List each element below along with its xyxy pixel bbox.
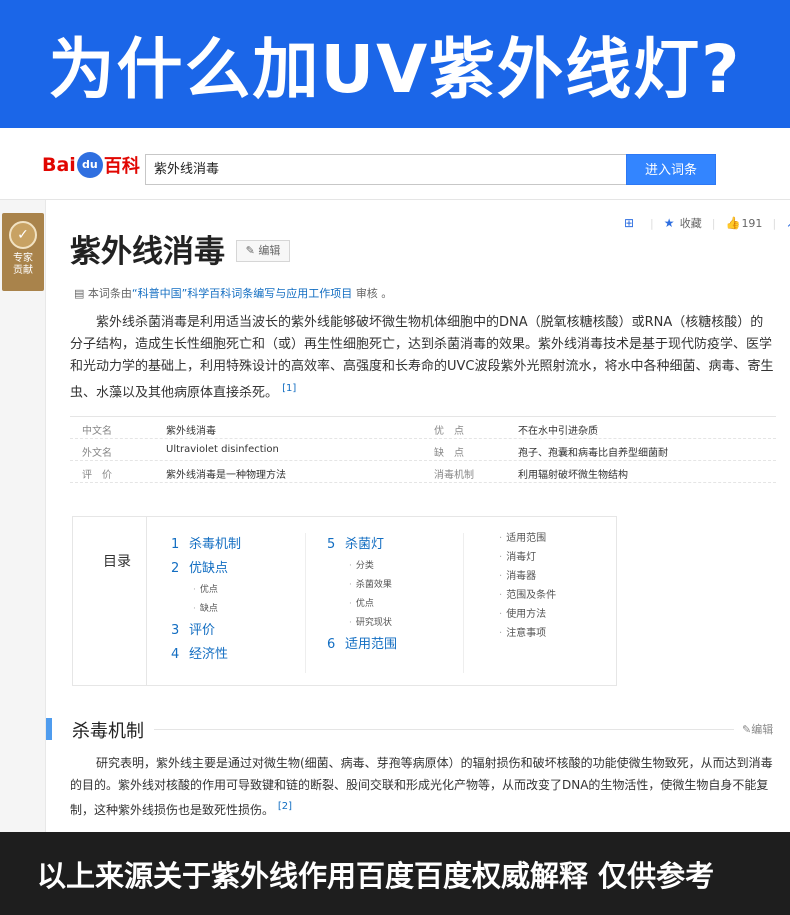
toc-subitem[interactable]: 缺点: [171, 600, 241, 619]
plus-square-icon: ⊞: [624, 216, 635, 230]
toc-item[interactable]: 5 杀菌灯: [327, 533, 397, 557]
toc-item[interactable]: 2 优缺点: [171, 557, 241, 581]
info-key: 消毒机制: [434, 470, 474, 481]
logo-baike: 百科: [103, 156, 140, 177]
toc-item[interactable]: 6 适用范围: [327, 633, 397, 657]
share-button[interactable]: ↗ 10: [786, 217, 790, 230]
toc-subitem[interactable]: 范围及条件: [499, 586, 556, 605]
paw-icon: du: [76, 152, 103, 178]
toc-subitem[interactable]: 适用范围: [499, 529, 556, 548]
section-divider: [154, 729, 734, 730]
review-prefix: 本词条由: [87, 287, 132, 300]
reference-1[interactable]: [1]: [282, 383, 296, 394]
info-key: 评 价: [82, 470, 112, 481]
review-link[interactable]: “科普中国”科学百科词条编写与应用工作项目: [132, 287, 352, 300]
doc-icon: ▤: [74, 287, 85, 300]
toc-column-1: 1杀毒机制 2优缺点 优点 缺点 3评价 4经济性: [171, 533, 241, 667]
page-title: 紫外线消毒: [70, 234, 225, 270]
expert-label-2: 贡献: [13, 265, 33, 276]
info-value: Ultraviolet disinfection: [166, 444, 279, 455]
info-row: 评 价 紫外线消毒是一种物理方法 消毒机制 利用辐射破坏微生物结构: [70, 461, 776, 483]
info-key: 缺 点: [434, 448, 464, 459]
info-value: 利用辐射破坏微生物结构: [518, 470, 628, 481]
star-icon: ★: [663, 216, 675, 230]
search-input[interactable]: 紫外线消毒: [145, 154, 627, 185]
reference-2[interactable]: [2]: [278, 801, 292, 812]
toc-item[interactable]: 4 经济性: [171, 643, 241, 667]
section-paragraph: 研究表明，紫外线主要是通过对微生物(细菌、病毒、芽孢等病原体）的辐射损伤和破坏核…: [70, 752, 776, 821]
info-row: 中文名 紫外线消毒 优 点 不在水中引进杂质: [70, 417, 776, 439]
table-of-contents: 目录 1杀毒机制 2优缺点 优点 缺点 3评价 4经济性 5杀菌灯 分类 杀菌效…: [72, 516, 617, 686]
toc-subitem[interactable]: 优点: [327, 595, 397, 614]
basic-info-table: 中文名 紫外线消毒 优 点 不在水中引进杂质 外文名 Ultraviolet d…: [70, 416, 776, 483]
toc-subitem[interactable]: 分类: [327, 557, 397, 576]
toc-subitem[interactable]: 研究现状: [327, 614, 397, 633]
info-value: 紫外线消毒: [166, 426, 216, 437]
toc-item[interactable]: 3 评价: [171, 619, 241, 643]
section-marker: [46, 718, 52, 740]
like-button[interactable]: 👍 191: [725, 217, 762, 230]
pencil-icon: ✎: [742, 723, 752, 736]
info-key: 外文名: [82, 448, 112, 459]
expert-contribution-badge[interactable]: ✓ 专家 贡献: [2, 213, 44, 291]
toc-subitem[interactable]: 杀菌效果: [327, 576, 397, 595]
section-edit-button[interactable]: ✎编辑: [742, 721, 773, 737]
section-title: 杀毒机制: [72, 721, 144, 742]
toc-subitem[interactable]: 消毒器: [499, 567, 556, 586]
section-heading: 杀毒机制 ✎编辑: [46, 715, 776, 743]
like-count: 191: [741, 216, 763, 230]
review-suffix: 审核 。: [355, 287, 393, 300]
promo-title: 为什么加UV紫外线灯?: [48, 31, 742, 108]
toc-label: 目录: [103, 554, 131, 570]
promo-banner: 为什么加UV紫外线灯?: [0, 0, 790, 128]
baidu-baike-logo[interactable]: Bai du 百科: [42, 150, 140, 180]
favorite-button[interactable]: ★ 收藏: [664, 215, 702, 231]
edit-label: 编辑: [258, 244, 281, 257]
toc-column-2: 5杀菌灯 分类 杀菌效果 优点 研究现状 6适用范围: [327, 533, 397, 657]
review-note: ▤ 本词条由“科普中国”科学百科词条编写与应用工作项目 审核 。: [74, 285, 392, 301]
toc-subitem[interactable]: 优点: [171, 581, 241, 600]
toc-subitem[interactable]: 使用方法: [499, 605, 556, 624]
toc-item[interactable]: 1 杀毒机制: [171, 533, 241, 557]
footer-banner: 以上来源关于紫外线作用百度百度权威解释 仅供参考: [0, 832, 790, 915]
info-key: 中文名: [82, 426, 112, 437]
favorite-label: 收藏: [679, 217, 702, 230]
edit-button[interactable]: ✎ 编辑: [236, 240, 290, 262]
medal-icon: ✓: [9, 221, 37, 249]
toc-subitem[interactable]: 消毒灯: [499, 548, 556, 567]
info-value: 不在水中引进杂质: [518, 426, 598, 437]
share-icon: ↗: [786, 217, 790, 229]
left-rail: [0, 200, 46, 832]
logo-bai: Bai: [42, 154, 76, 176]
info-value: 孢子、孢囊和病毒比自养型细菌耐: [518, 448, 668, 459]
toc-column-3: 适用范围 消毒灯 消毒器 范围及条件 使用方法 注意事项: [499, 529, 556, 643]
info-value: 紫外线消毒是一种物理方法: [166, 470, 286, 481]
footer-caption: 以上来源关于紫外线作用百度百度权威解释 仅供参考: [37, 858, 715, 893]
intro-paragraph: 紫外线杀菌消毒是利用适当波长的紫外线能够破坏微生物机体细胞中的DNA（脱氧核糖核…: [70, 312, 776, 404]
toc-subitem[interactable]: 注意事项: [499, 624, 556, 643]
expert-label-1: 专家: [13, 253, 33, 264]
info-key: 优 点: [434, 426, 464, 437]
thumbs-up-icon: 👍: [725, 216, 741, 230]
section-text: 研究表明，紫外线主要是通过对微生物(细菌、病毒、芽孢等病原体）的辐射损伤和破坏核…: [70, 756, 773, 817]
add-button[interactable]: ⊞: [624, 217, 640, 229]
intro-text: 紫外线杀菌消毒是利用适当波长的紫外线能够破坏微生物机体细胞中的DNA（脱氧核糖核…: [70, 315, 774, 401]
entry-toolbar: ⊞ | ★ 收藏 | 👍 191 | ↗ 10: [624, 213, 790, 233]
info-row: 外文名 Ultraviolet disinfection 缺 点 孢子、孢囊和病…: [70, 439, 776, 461]
enter-entry-button[interactable]: 进入词条: [626, 154, 716, 185]
